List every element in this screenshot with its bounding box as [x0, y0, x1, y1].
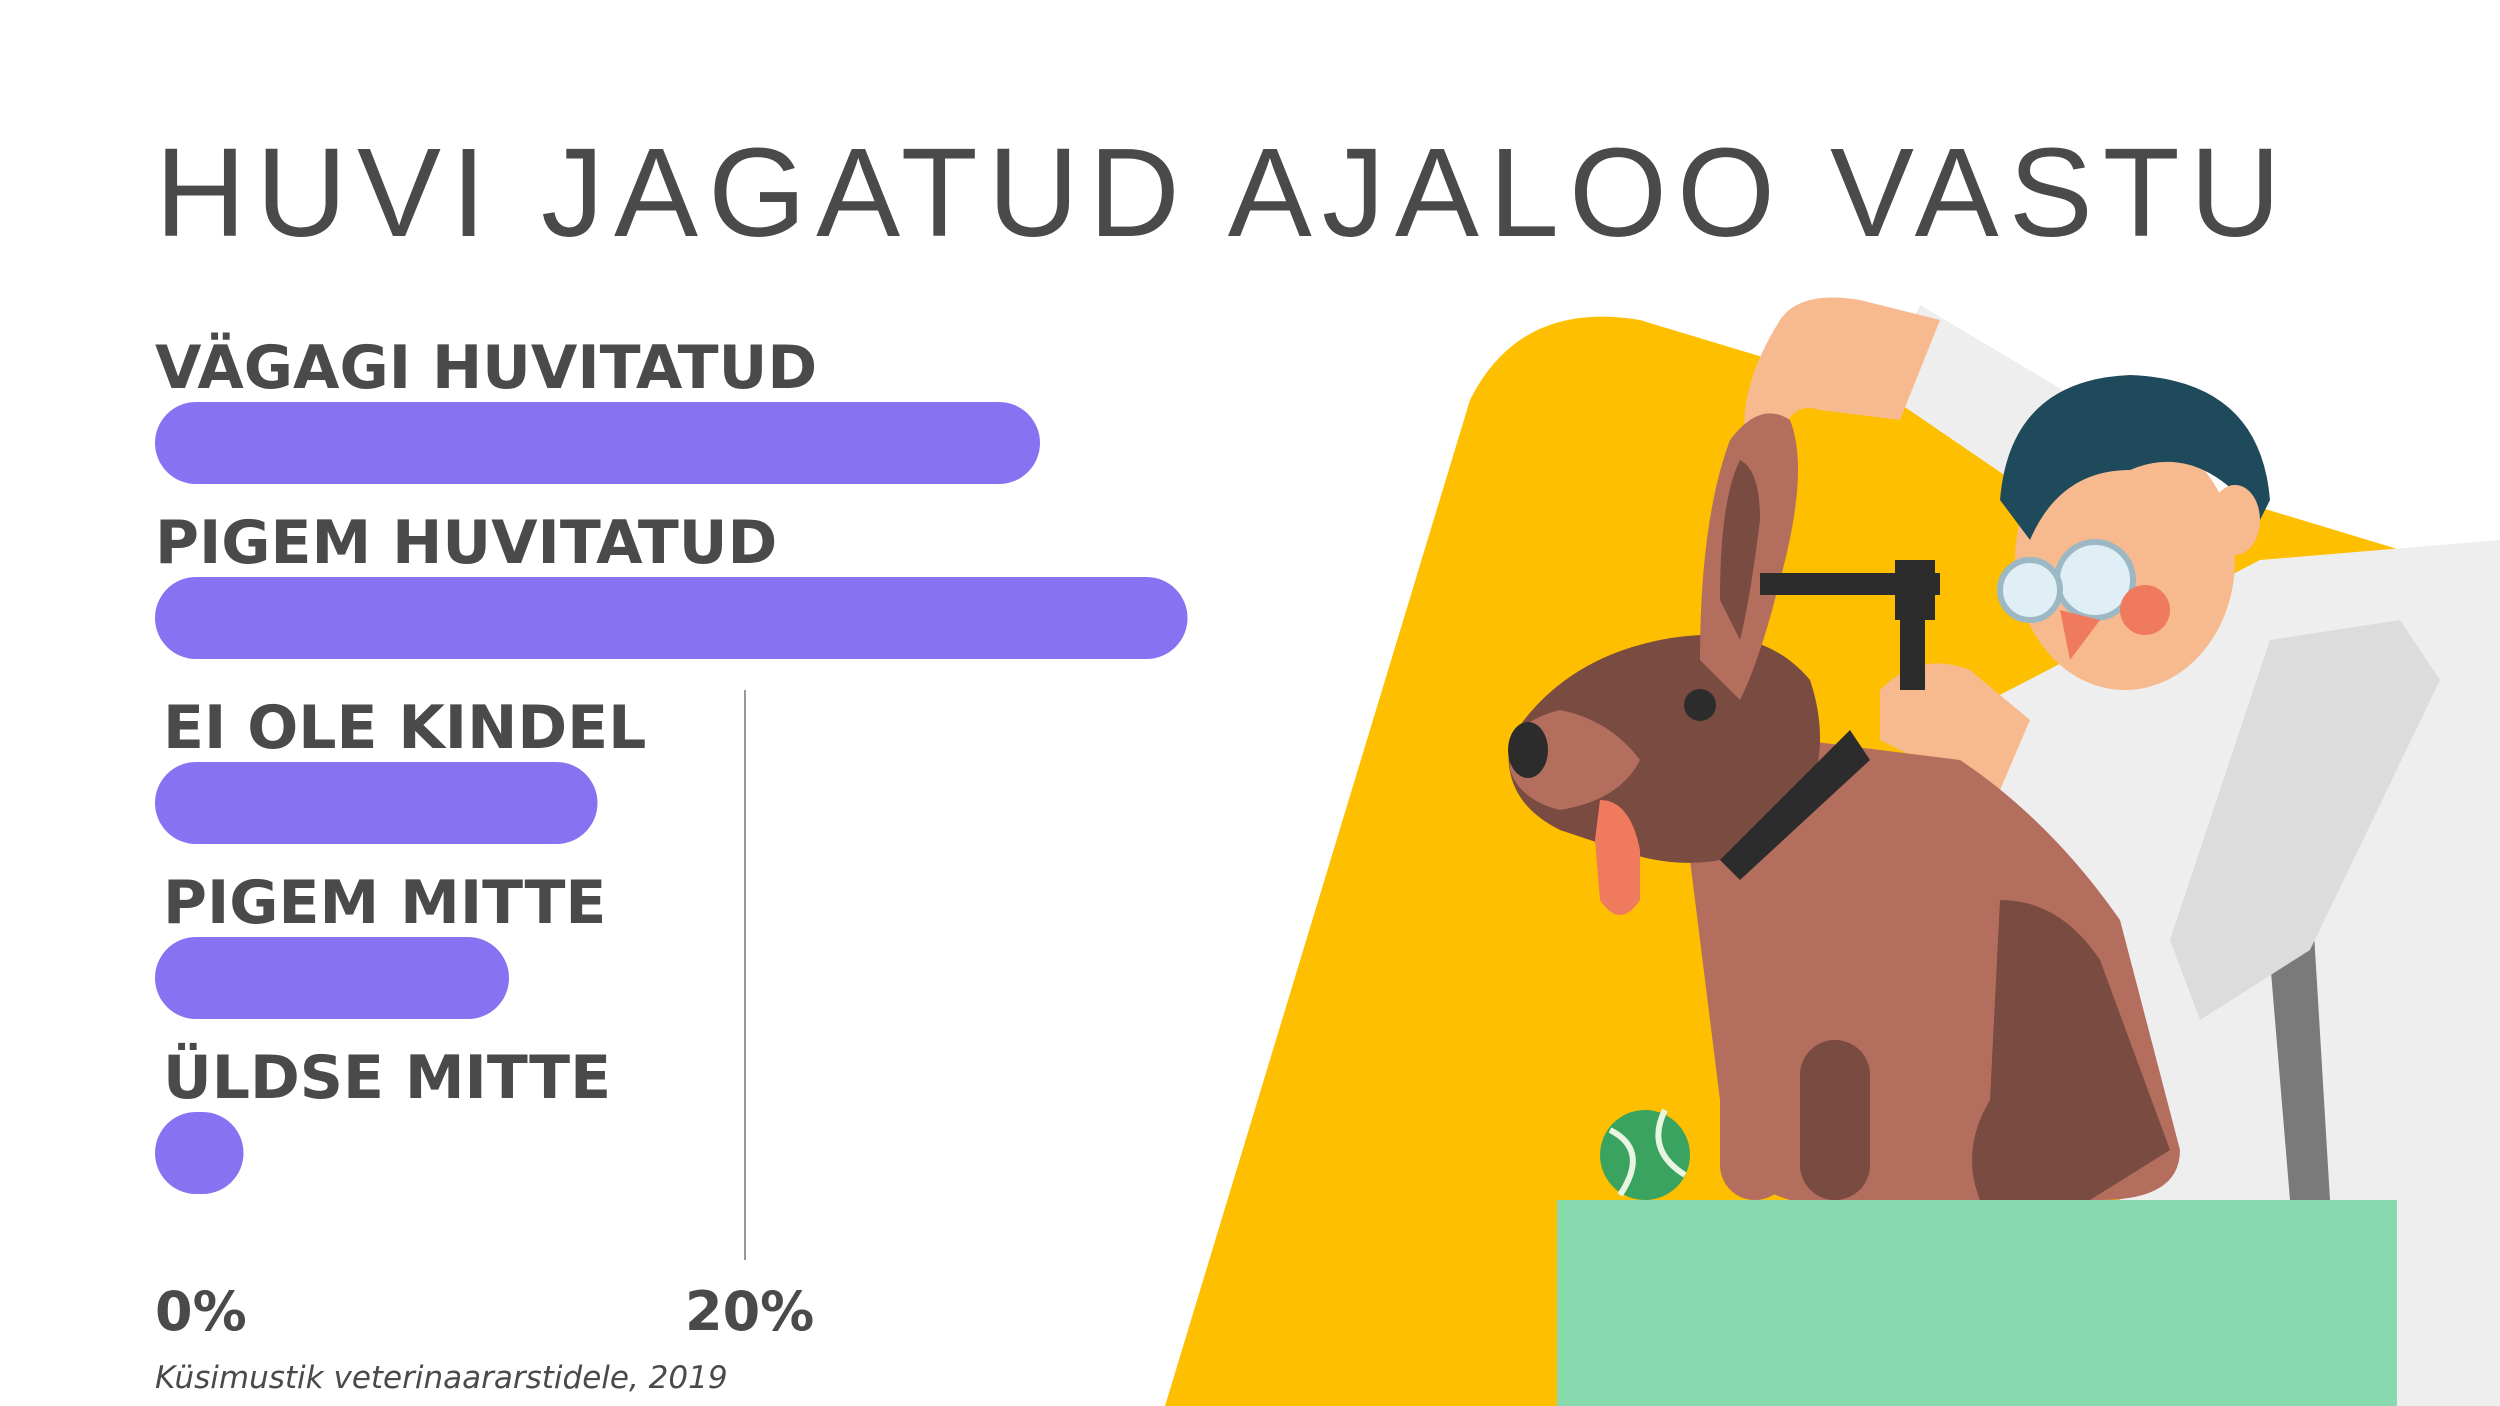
source-note: Küsimustik veterinaararstidele, 2019 [155, 1360, 728, 1396]
bar [155, 1112, 244, 1194]
bar [155, 402, 1040, 484]
bar [155, 577, 1188, 659]
category-label: EI OLE KINDEL [163, 693, 646, 763]
x-tick-label: 0% [155, 1280, 247, 1343]
bar [155, 937, 509, 1019]
bar-chart: VÄGAGI HUVITATUD PIGEM HUVITATUD EI OLE KI… [155, 331, 1188, 1343]
bar [155, 762, 598, 844]
category-label: ÜLDSE MITTE [163, 1042, 611, 1113]
category-label: PIGEM HUVITATUD [155, 508, 777, 578]
x-tick-label: 20% [685, 1280, 814, 1343]
category-label: VÄGAGI HUVITATUD [155, 331, 817, 403]
exam-table [1557, 1200, 2397, 1406]
category-label: PIGEM MITTE [163, 868, 606, 938]
tennis-ball-icon [1600, 1108, 1690, 1200]
